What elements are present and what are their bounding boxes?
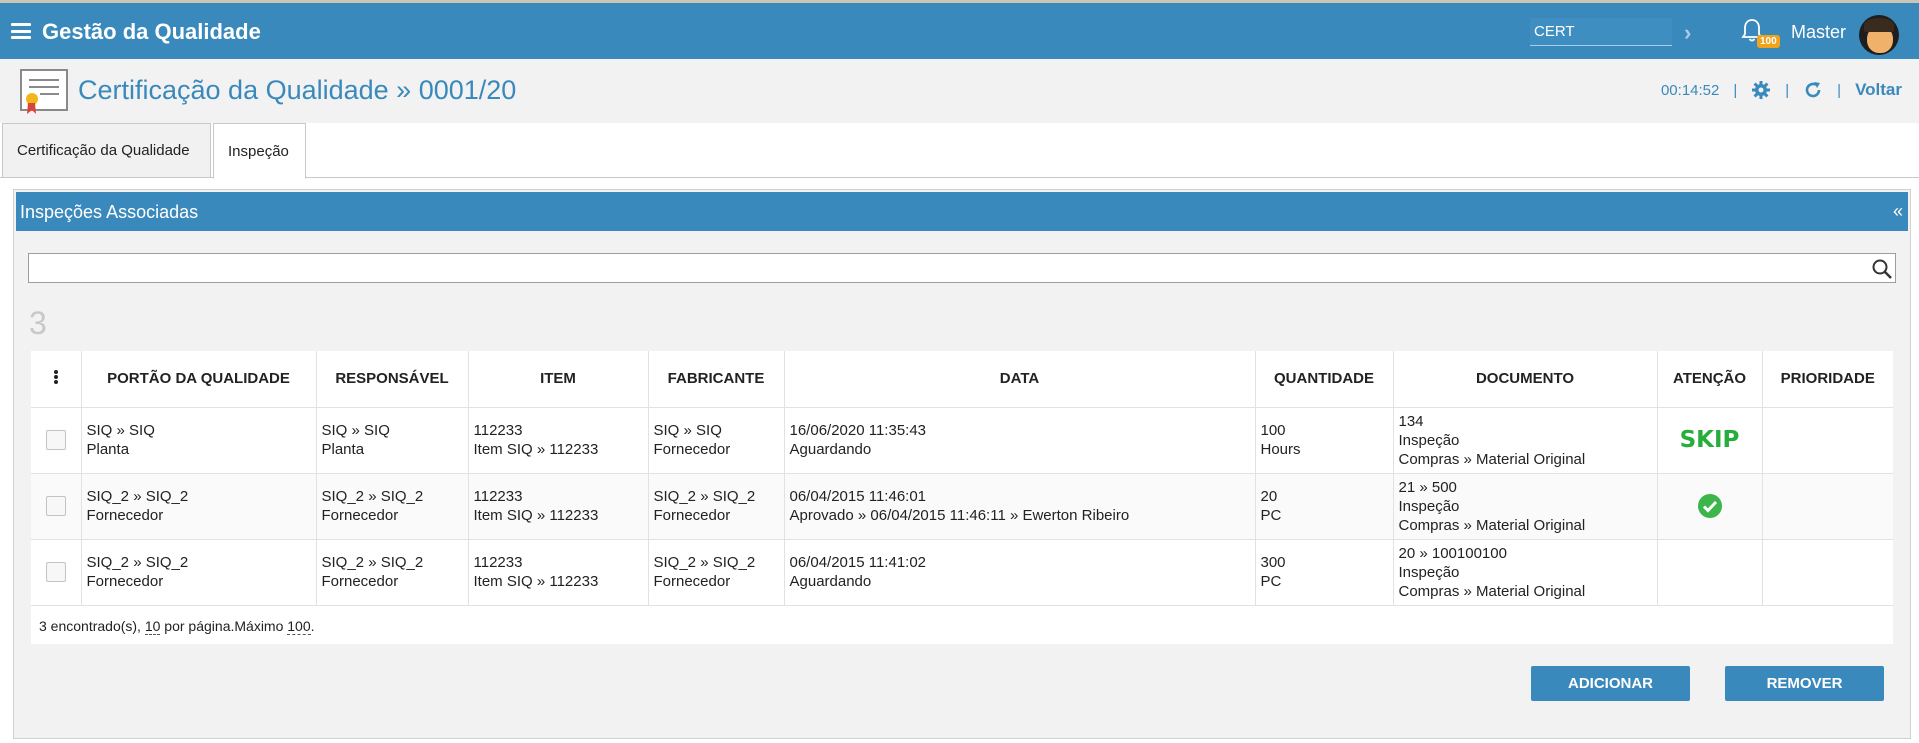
- fabricante-cell: SIQ_2 » SIQ_2 Fornecedor: [648, 473, 785, 540]
- prioridade-cell: [1762, 407, 1893, 474]
- column-header[interactable]: ATENÇÃO: [1657, 351, 1763, 408]
- fabricante-cell: SIQ_2 » SIQ_2 Fornecedor: [648, 539, 785, 606]
- column-header[interactable]: ITEM: [468, 351, 649, 408]
- column-options[interactable]: [31, 351, 82, 408]
- header-actions: 00:14:52 | | | Voltar: [1661, 80, 1902, 100]
- prioridade-cell: [1762, 473, 1893, 540]
- column-header[interactable]: DOCUMENTO: [1393, 351, 1658, 408]
- skip-badge: SKIP: [1679, 426, 1740, 453]
- quantidade-cell: 100 Hours: [1255, 407, 1394, 474]
- user-name[interactable]: Master: [1791, 22, 1846, 43]
- refresh-icon[interactable]: [1803, 80, 1823, 100]
- column-header[interactable]: DATA: [784, 351, 1256, 408]
- back-button[interactable]: Voltar: [1855, 80, 1902, 100]
- page-title: Certificação da Qualidade » 0001/20: [78, 75, 517, 105]
- filter-input[interactable]: [28, 253, 1896, 283]
- gear-icon[interactable]: [1751, 80, 1771, 100]
- row-checkbox[interactable]: [45, 562, 66, 582]
- tab-inspecao[interactable]: Inspeção: [213, 123, 306, 179]
- portao-cell: SIQ_2 » SIQ_2 Fornecedor: [81, 473, 317, 540]
- result-count: 3: [29, 305, 47, 341]
- atencao-cell: SKIP: [1657, 407, 1763, 474]
- avatar[interactable]: [1859, 15, 1899, 55]
- hamburger-menu-icon[interactable]: [11, 23, 31, 39]
- item-cell: 112233 Item SIQ » 112233: [468, 473, 649, 540]
- portao-cell: SIQ » SIQ Planta: [81, 407, 317, 474]
- responsavel-cell: SIQ_2 » SIQ_2 Fornecedor: [316, 539, 469, 606]
- check-circle-icon: [1697, 494, 1722, 518]
- data-cell: 06/04/2015 11:46:01 Aprovado » 06/04/2015…: [784, 473, 1256, 540]
- search-icon[interactable]: [1871, 258, 1893, 280]
- chevron-right-icon[interactable]: ›: [1684, 20, 1691, 46]
- divider: |: [1785, 81, 1790, 99]
- atencao-cell: [1657, 539, 1763, 606]
- row-checkbox[interactable]: [45, 496, 66, 516]
- kebab-menu-icon[interactable]: [53, 369, 58, 385]
- column-header[interactable]: RESPONSÁVEL: [316, 351, 469, 408]
- column-header[interactable]: PORTÃO DA QUALIDADE: [81, 351, 317, 408]
- panel-header: Inspeções Associadas «: [16, 192, 1908, 231]
- table-row[interactable]: SIQ_2 » SIQ_2 Fornecedor SIQ_2 » SIQ_2 For…: [31, 539, 1893, 606]
- documento-cell: 21 » 500 Inspeção Compras » Material Origi…: [1393, 473, 1658, 540]
- table-row[interactable]: SIQ_2 » SIQ_2 Fornecedor SIQ_2 » SIQ_2 For…: [31, 473, 1893, 540]
- tab-certificacao[interactable]: Certificação da Qualidade: [2, 123, 211, 178]
- divider: |: [1733, 81, 1738, 99]
- atencao-cell: [1657, 473, 1763, 540]
- data-cell: 16/06/2020 11:35:43 Aguardando: [784, 407, 1256, 474]
- item-cell: 112233 Item SIQ » 112233: [468, 539, 649, 606]
- data-cell: 06/04/2015 11:41:02 Aguardando: [784, 539, 1256, 606]
- responsavel-cell: SIQ_2 » SIQ_2 Fornecedor: [316, 473, 469, 540]
- table-footer: 3 encontrado(s), 10 por página.Máximo 10…: [31, 605, 1893, 644]
- session-timer: 00:14:52: [1660, 81, 1720, 99]
- table-row[interactable]: SIQ » SIQ Planta SIQ » SIQ Planta 112233 It…: [31, 407, 1893, 474]
- certificate-icon: [20, 69, 68, 114]
- column-header[interactable]: QUANTIDADE: [1255, 351, 1394, 408]
- per-page-selector[interactable]: 10: [144, 617, 161, 635]
- column-header[interactable]: FABRICANTE: [648, 351, 785, 408]
- item-cell: 112233 Item SIQ » 112233: [468, 407, 649, 474]
- quantidade-cell: 300 PC: [1255, 539, 1394, 606]
- notifications-button[interactable]: 100: [1740, 18, 1780, 48]
- collapse-icon[interactable]: «: [1893, 201, 1903, 222]
- inspections-table: PORTÃO DA QUALIDADE RESPONSÁVEL ITEM FAB…: [31, 351, 1893, 644]
- notifications-badge: 100: [1757, 35, 1780, 48]
- portao-cell: SIQ_2 » SIQ_2 Fornecedor: [81, 539, 317, 606]
- app-title: Gestão da Qualidade: [42, 19, 261, 44]
- max-selector[interactable]: 100: [287, 617, 311, 635]
- divider: |: [1837, 81, 1842, 99]
- column-header[interactable]: PRIORIDADE: [1762, 351, 1893, 408]
- top-bar: Gestão da Qualidade CERT › 100 Master: [0, 0, 1919, 59]
- quick-search-input[interactable]: CERT: [1530, 18, 1672, 46]
- quantidade-cell: 20 PC: [1255, 473, 1394, 540]
- remove-button[interactable]: REMOVER: [1725, 666, 1884, 701]
- row-checkbox[interactable]: [45, 430, 66, 450]
- panel-title: Inspeções Associadas: [20, 202, 199, 222]
- fabricante-cell: SIQ » SIQ Fornecedor: [648, 407, 785, 474]
- documento-cell: 20 » 100100100 Inspeção Compras » Material…: [1393, 539, 1658, 606]
- prioridade-cell: [1762, 539, 1893, 606]
- documento-cell: 134 Inspeção Compras » Material Original: [1393, 407, 1658, 474]
- responsavel-cell: SIQ » SIQ Planta: [316, 407, 469, 474]
- add-button[interactable]: ADICIONAR: [1531, 666, 1690, 701]
- tab-bar: Certificação da Qualidade Inspeção: [0, 123, 1919, 179]
